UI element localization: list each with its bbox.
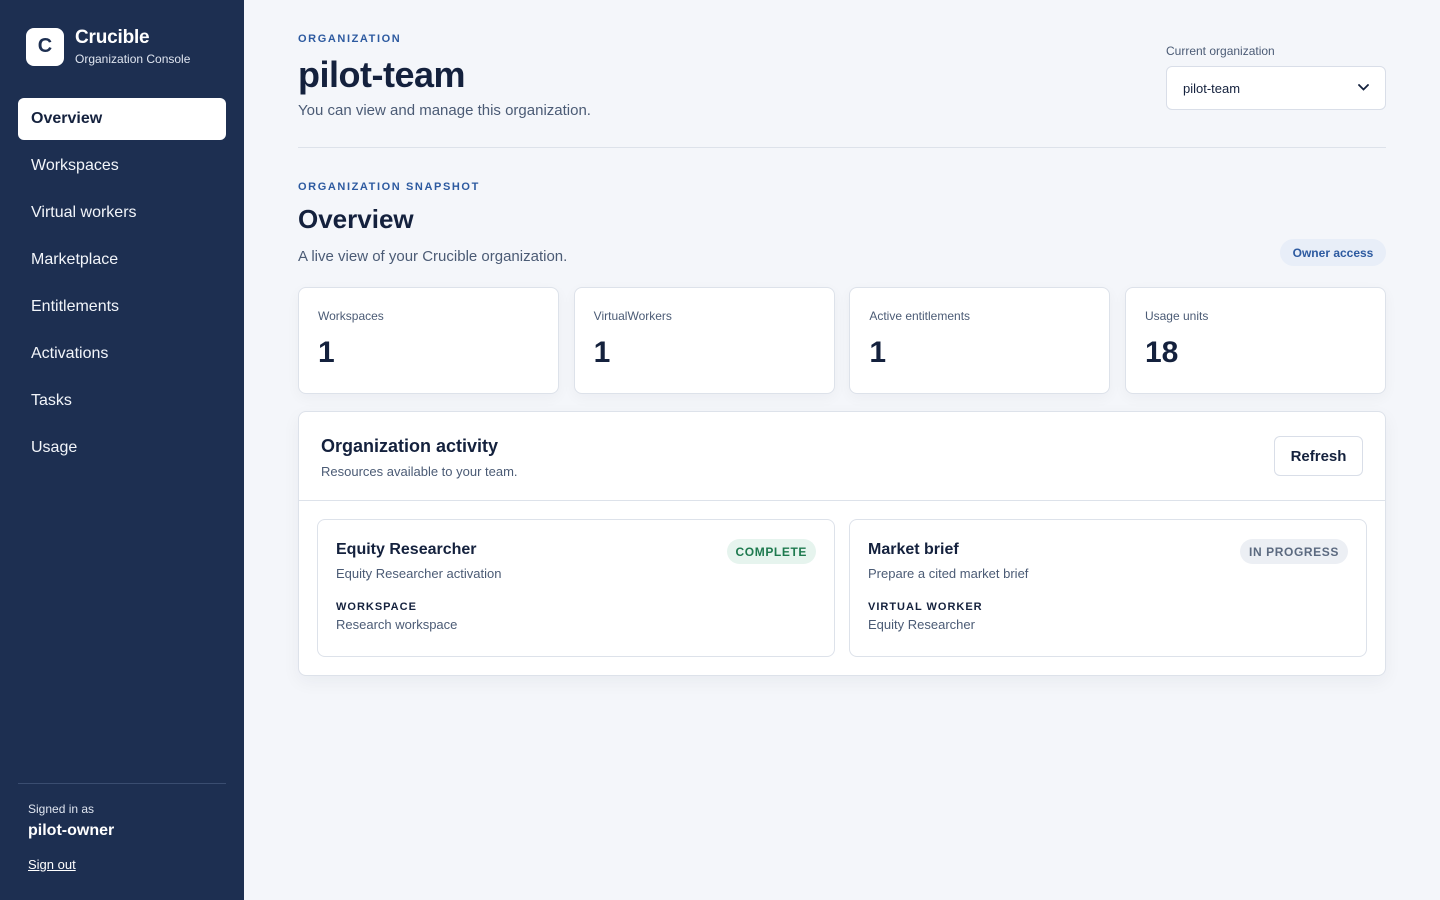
stat-label: Active entitlements [869, 309, 971, 323]
activity-card-description: Prepare a cited market brief [868, 566, 1029, 581]
stat-label: Usage units [1144, 309, 1209, 323]
org-select[interactable]: pilot-team [1166, 66, 1386, 110]
sidebar-item-entitlements[interactable]: Entitlements [18, 286, 226, 328]
page-title: pilot-team [298, 54, 466, 95]
activity-card-meta-label: WORKSPACE [336, 601, 417, 613]
section-description: A live view of your Crucible organizatio… [298, 248, 568, 265]
activity-title: Organization activity [321, 436, 499, 456]
activity-divider [299, 500, 1385, 501]
stat-label: VirtualWorkers [593, 309, 672, 323]
activity-card-meta-value: Research workspace [336, 617, 458, 632]
brand-name: Crucible [75, 27, 150, 48]
stat-card-usage-units: Usage units 18 [1124, 287, 1386, 394]
status-badge: COMPLETE [726, 539, 816, 564]
sidebar-item-overview[interactable]: Overview [18, 98, 226, 140]
activity-cards: Equity Researcher Equity Researcher acti… [317, 519, 1367, 657]
access-badge: Owner access [1280, 239, 1386, 266]
refresh-button[interactable]: Refresh [1274, 436, 1363, 476]
stat-card-virtual-workers: VirtualWorkers 1 [573, 287, 835, 394]
brand-logo: C [26, 27, 64, 66]
organization-eyebrow: ORGANIZATION [298, 33, 402, 45]
sidebar-item-marketplace[interactable]: Marketplace [18, 239, 226, 281]
sidebar-item-usage[interactable]: Usage [18, 427, 226, 469]
brand-subtitle: Organization Console [75, 52, 191, 66]
stat-value: 1 [593, 336, 611, 369]
org-select-value: pilot-team [1183, 80, 1241, 96]
sidebar-item-activations[interactable]: Activations [18, 333, 226, 375]
section-title: Overview [298, 204, 414, 234]
activity-card-meta-value: Equity Researcher [868, 617, 975, 632]
activity-panel: Organization activity Resources availabl… [298, 411, 1386, 676]
stat-value: 1 [318, 336, 335, 369]
sidebar-item-workspaces[interactable]: Workspaces [18, 145, 226, 187]
sidebar-item-tasks[interactable]: Tasks [18, 380, 226, 422]
sign-out-link[interactable]: Sign out [28, 857, 76, 872]
stat-card-active-entitlements: Active entitlements 1 [849, 287, 1111, 394]
stats-row: Workspaces 1 VirtualWorkers 1 Active ent… [298, 287, 1386, 394]
activity-card-task[interactable]: Market brief Prepare a cited market brie… [849, 519, 1367, 657]
sidebar-nav: Overview Workspaces Virtual workers Mark… [18, 98, 226, 474]
activity-card-description: Equity Researcher activation [336, 566, 502, 581]
brand-text: Crucible Organization Console [75, 27, 190, 66]
signed-in-user: pilot-owner [28, 822, 115, 839]
sidebar-item-virtual-workers[interactable]: Virtual workers [18, 192, 226, 234]
activity-card-activation[interactable]: Equity Researcher Equity Researcher acti… [317, 519, 835, 657]
org-select-label: Current organization [1166, 44, 1275, 58]
stat-value: 18 [1144, 336, 1179, 369]
stat-label: Workspaces [318, 309, 384, 323]
sidebar: C Crucible Organization Console Overview… [0, 0, 244, 900]
status-badge: IN PROGRESS [1240, 539, 1348, 564]
signed-in-label: Signed in as [28, 802, 95, 816]
stat-value: 1 [869, 336, 886, 369]
snapshot-eyebrow: ORGANIZATION SNAPSHOT [298, 181, 480, 193]
activity-card-meta-label: VIRTUAL WORKER [868, 601, 983, 613]
stat-card-workspaces: Workspaces 1 [298, 287, 559, 394]
sidebar-divider [18, 783, 226, 784]
header-divider [298, 147, 1386, 148]
chevron-down-icon [1358, 83, 1369, 94]
page-description: You can view and manage this organizatio… [298, 102, 591, 119]
activity-subtitle: Resources available to your team. [321, 464, 518, 479]
brand[interactable]: C Crucible Organization Console [26, 27, 190, 66]
